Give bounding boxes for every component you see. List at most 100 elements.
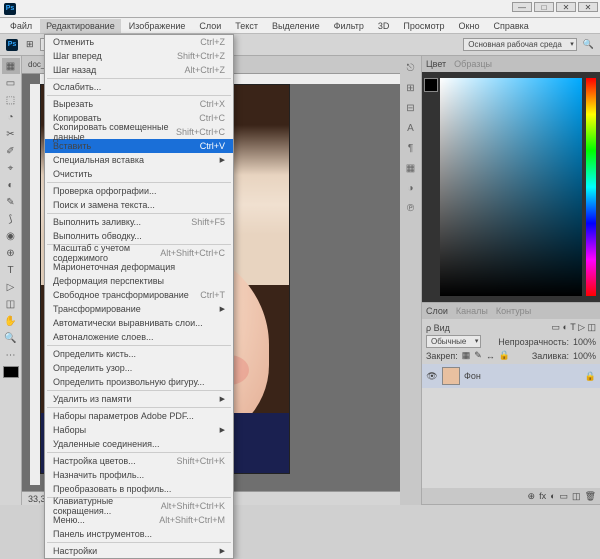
- workspace-select[interactable]: Основная рабочая среда: [463, 38, 577, 51]
- menu-3d[interactable]: 3D: [372, 19, 396, 33]
- panel-icon-8[interactable]: ℗: [403, 200, 419, 216]
- shape-tool[interactable]: ◫: [2, 296, 20, 312]
- menu-item-автоналожение-слоев-: Автоналожение слоев...: [45, 330, 233, 344]
- menu-window[interactable]: Окно: [453, 19, 486, 33]
- menu-select[interactable]: Выделение: [266, 19, 326, 33]
- menu-item-деформация-перспективы[interactable]: Деформация перспективы: [45, 274, 233, 288]
- menu-item-свободное-трансформирова: Свободное трансформированиеCtrl+T: [45, 288, 233, 302]
- history-brush-tool[interactable]: ⟆: [2, 211, 20, 227]
- lock-icon-3[interactable]: ↔: [486, 351, 495, 361]
- quick-select-tool[interactable]: ◔: [2, 109, 20, 125]
- color-fg-bg[interactable]: [424, 78, 438, 92]
- more-tools[interactable]: ⋯: [2, 347, 20, 363]
- menu-item-клавиатурные-сокращения-[interactable]: Клавиатурные сокращения...Alt+Shift+Ctrl…: [45, 499, 233, 513]
- crop-tool[interactable]: ✂: [2, 126, 20, 142]
- menu-item-панель-инструментов-[interactable]: Панель инструментов...: [45, 527, 233, 541]
- menu-item-назначить-профиль-[interactable]: Назначить профиль...: [45, 468, 233, 482]
- menu-image[interactable]: Изображение: [123, 19, 192, 33]
- menu-file[interactable]: Файл: [4, 19, 38, 33]
- opacity-value[interactable]: 100%: [573, 337, 596, 347]
- inner-close-button[interactable]: ✕: [556, 2, 576, 12]
- menu-item-настройка-цветов-[interactable]: Настройка цветов...Shift+Ctrl+K: [45, 454, 233, 468]
- menu-edit[interactable]: Редактирование: [40, 19, 121, 33]
- menu-item-масштаб-с-учетом-содержи: Масштаб с учетом содержимогоAlt+Shift+Ct…: [45, 246, 233, 260]
- move-tool[interactable]: ▦: [2, 58, 20, 74]
- delete-layer-icon[interactable]: 🗑: [585, 491, 596, 502]
- menu-item-удаленные-соединения-[interactable]: Удаленные соединения...: [45, 437, 233, 451]
- menu-item-настройки[interactable]: Настройки▶: [45, 544, 233, 558]
- color-field[interactable]: [440, 78, 582, 296]
- hue-strip[interactable]: [586, 78, 596, 296]
- fill-label: Заливка:: [532, 351, 569, 361]
- close-button[interactable]: ✕: [578, 2, 598, 12]
- lasso-tool[interactable]: ⬚: [2, 92, 20, 108]
- menu-item-очистить: Очистить: [45, 167, 233, 181]
- type-tool[interactable]: T: [2, 262, 20, 278]
- lock-label: Закреп:: [426, 351, 458, 361]
- menu-help[interactable]: Справка: [487, 19, 534, 33]
- search-icon[interactable]: 🔍: [583, 39, 594, 50]
- tool-preset-icon[interactable]: Ps: [6, 39, 18, 51]
- menu-item-вырезать[interactable]: ВырезатьCtrl+X: [45, 97, 233, 111]
- gradient-tool[interactable]: ⊕: [2, 245, 20, 261]
- layer-row[interactable]: 👁 Фон 🔒: [422, 364, 600, 388]
- tab-paths[interactable]: Контуры: [496, 306, 531, 316]
- menu-item-определить-узор-[interactable]: Определить узор...: [45, 361, 233, 375]
- toolbox: ▦ ▭ ⬚ ◔ ✂ ✐ ⌖ ◐ ✎ ⟆ ◉ ⊕ T ▷ ◫ ✋ 🔍 ⋯: [0, 56, 22, 505]
- hand-tool[interactable]: ✋: [2, 313, 20, 329]
- fill-value[interactable]: 100%: [573, 351, 596, 361]
- zoom-tool[interactable]: 🔍: [2, 330, 20, 346]
- minimize-button[interactable]: —: [512, 2, 532, 12]
- right-panels: ⎋ ⊞ ⊟ A ¶ ▦ ◑ ℗ Цвет Образцы: [400, 56, 600, 505]
- menu-item-определить-кисть-: Определить кисть...: [45, 347, 233, 361]
- menu-filter[interactable]: Фильтр: [328, 19, 370, 33]
- marquee-tool[interactable]: ▭: [2, 75, 20, 91]
- panel-icon-6[interactable]: ▦: [403, 160, 419, 176]
- brush-tool[interactable]: ◐: [2, 177, 20, 193]
- healing-tool[interactable]: ⌖: [2, 160, 20, 176]
- filter-icons[interactable]: ▭ ◐ T ▷ ◫: [551, 322, 596, 333]
- link-layers-icon[interactable]: ⊕: [528, 491, 536, 502]
- menu-layers[interactable]: Слои: [193, 19, 227, 33]
- layer-thumbnail[interactable]: [442, 367, 460, 385]
- panel-icon-3[interactable]: ⊟: [403, 100, 419, 116]
- clone-tool[interactable]: ✎: [2, 194, 20, 210]
- layer-filter[interactable]: ρ Вид: [426, 323, 450, 333]
- lock-icon-1[interactable]: ▦: [462, 350, 471, 361]
- menu-item-удалить-из-памяти[interactable]: Удалить из памяти▶: [45, 392, 233, 406]
- menu-item-шаг-вперед[interactable]: Шаг впередShift+Ctrl+Z: [45, 49, 233, 63]
- eyedropper-tool[interactable]: ✐: [2, 143, 20, 159]
- menu-item-отменить[interactable]: ОтменитьCtrl+Z: [45, 35, 233, 49]
- blend-select[interactable]: Обычные: [426, 335, 481, 348]
- character-panel-icon[interactable]: A: [403, 120, 419, 136]
- fx-icon[interactable]: fx: [539, 491, 546, 501]
- tab-color[interactable]: Цвет: [426, 59, 446, 69]
- maximize-button[interactable]: □: [534, 2, 554, 12]
- menu-item-выполнить-заливку-[interactable]: Выполнить заливку...Shift+F5: [45, 215, 233, 229]
- panel-icon-2[interactable]: ⊞: [403, 80, 419, 96]
- foreground-color[interactable]: [3, 366, 19, 378]
- menu-item-преобразовать-в-профиль-[interactable]: Преобразовать в профиль...: [45, 482, 233, 496]
- pen-tool[interactable]: ▷: [2, 279, 20, 295]
- menu-text[interactable]: Текст: [229, 19, 264, 33]
- eraser-tool[interactable]: ◉: [2, 228, 20, 244]
- menu-item-специальная-вставка[interactable]: Специальная вставка▶: [45, 153, 233, 167]
- lock-icon-2[interactable]: ✎: [474, 350, 482, 361]
- new-layer-icon[interactable]: ◫: [572, 491, 581, 502]
- menu-item-наборы-параметров-adobe-[interactable]: Наборы параметров Adobe PDF...: [45, 409, 233, 423]
- layer-name[interactable]: Фон: [464, 371, 481, 381]
- menu-view[interactable]: Просмотр: [397, 19, 450, 33]
- adjustment-icon[interactable]: ▭: [560, 491, 569, 502]
- tab-layers[interactable]: Слои: [426, 306, 448, 316]
- history-panel-icon[interactable]: ⎋: [403, 60, 419, 76]
- visibility-icon[interactable]: 👁: [426, 371, 438, 382]
- panel-icon-7[interactable]: ◑: [403, 180, 419, 196]
- menu-item-наборы[interactable]: Наборы▶: [45, 423, 233, 437]
- tab-channels[interactable]: Каналы: [456, 306, 488, 316]
- paragraph-panel-icon[interactable]: ¶: [403, 140, 419, 156]
- menu-item-шаг-назад[interactable]: Шаг назадAlt+Ctrl+Z: [45, 63, 233, 77]
- menu-item-автоматически-выравниват: Автоматически выравнивать слои...: [45, 316, 233, 330]
- mask-icon[interactable]: ◐: [550, 491, 555, 501]
- lock-icon-4[interactable]: 🔒: [499, 350, 510, 361]
- tab-swatches[interactable]: Образцы: [454, 59, 492, 69]
